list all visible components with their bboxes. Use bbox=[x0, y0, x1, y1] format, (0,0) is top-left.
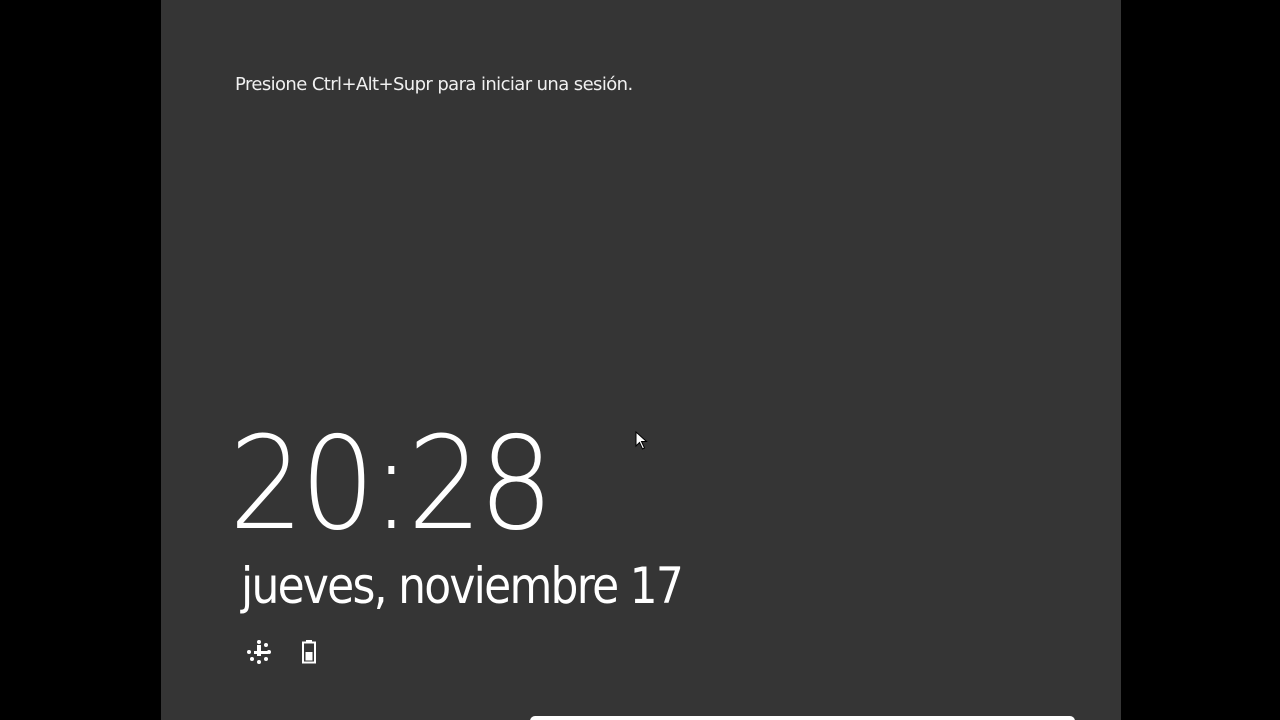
battery-icon bbox=[295, 638, 323, 666]
status-icons bbox=[245, 638, 323, 666]
screen: Presione Ctrl+Alt+Supr para iniciar una … bbox=[0, 0, 1280, 720]
network-icon bbox=[245, 638, 273, 666]
lock-screen[interactable]: Presione Ctrl+Alt+Supr para iniciar una … bbox=[161, 0, 1121, 720]
ctrl-alt-del-hint: Presione Ctrl+Alt+Supr para iniciar una … bbox=[235, 74, 633, 95]
bottom-edge-bar bbox=[530, 716, 1075, 720]
lock-clock: 20:28 bbox=[229, 410, 554, 559]
lock-date: jueves, noviembre 17 bbox=[241, 557, 684, 615]
mouse-pointer-icon bbox=[635, 431, 648, 450]
